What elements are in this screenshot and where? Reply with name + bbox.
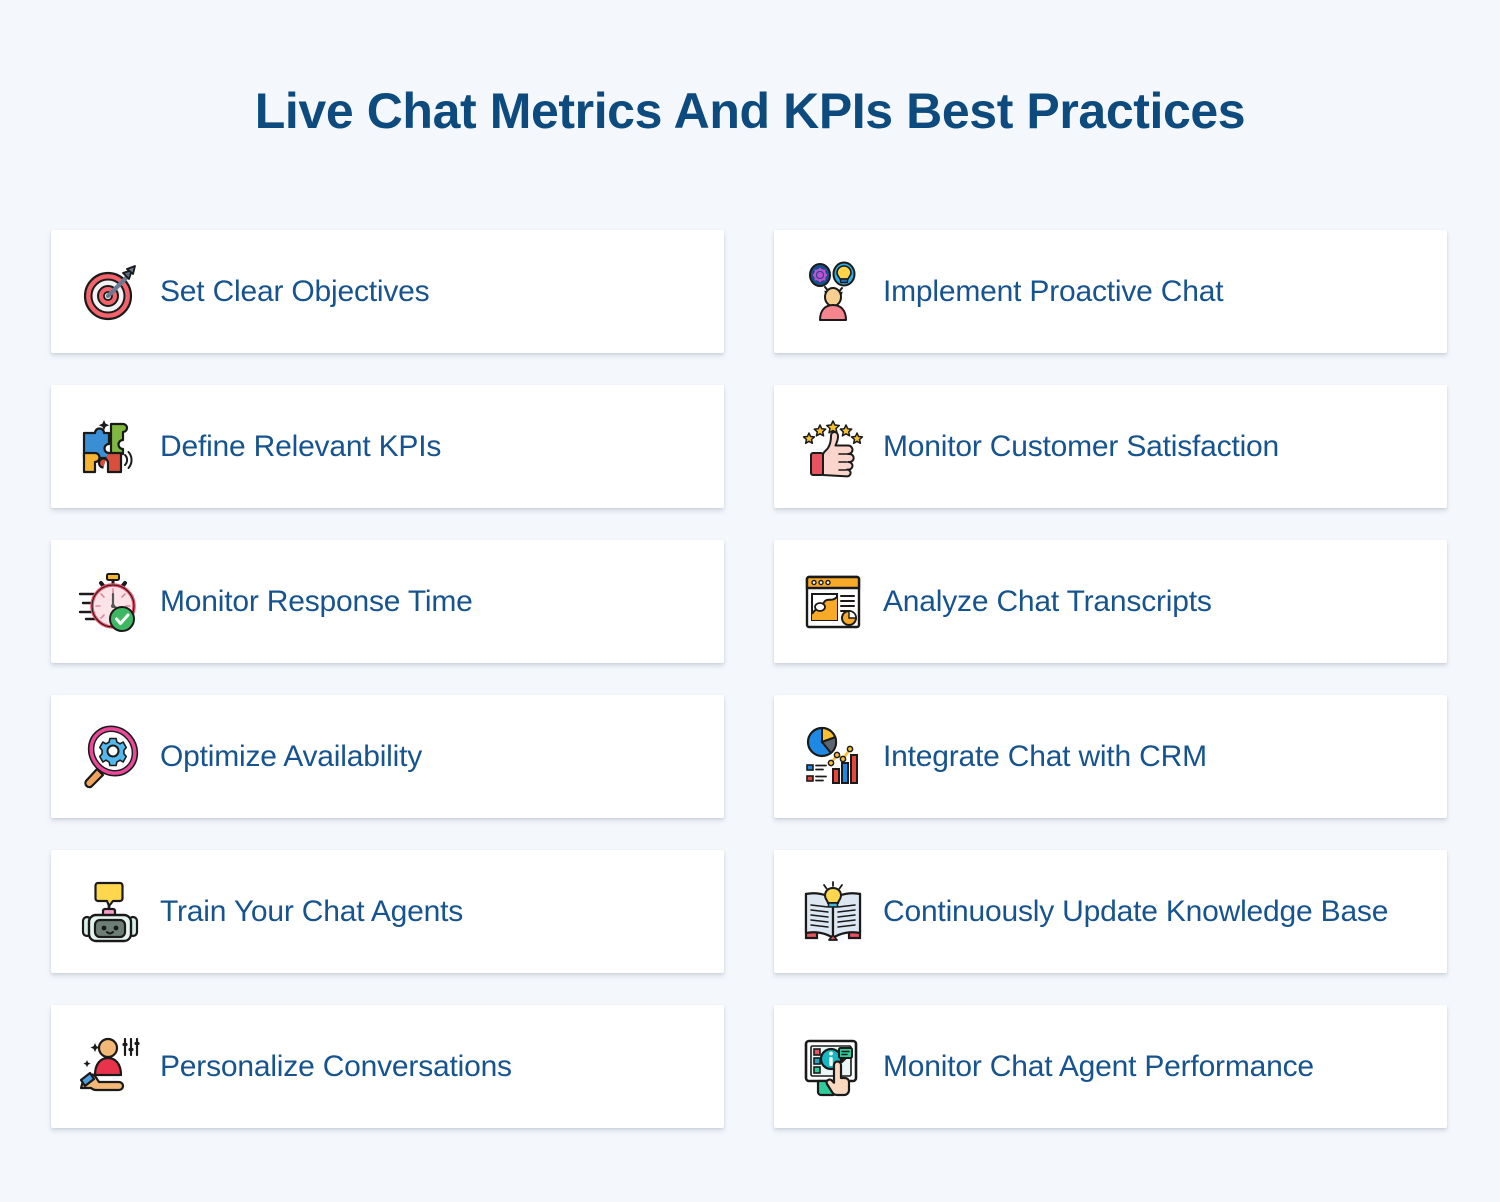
practice-label: Implement Proactive Chat bbox=[883, 274, 1224, 308]
practice-label: Monitor Chat Agent Performance bbox=[883, 1049, 1314, 1083]
practice-label: Set Clear Objectives bbox=[160, 274, 430, 308]
practice-card[interactable]: Integrate Chat with CRM bbox=[774, 695, 1447, 818]
practice-label: Monitor Response Time bbox=[160, 584, 473, 618]
practice-card[interactable]: Monitor Chat Agent Performance bbox=[774, 1005, 1447, 1128]
practice-card[interactable]: Implement Proactive Chat bbox=[774, 230, 1447, 353]
practice-label: Monitor Customer Satisfaction bbox=[883, 429, 1280, 463]
puzzle-pieces-icon bbox=[78, 415, 142, 479]
magnifier-gear-icon bbox=[78, 725, 142, 789]
thumbs-up-stars-icon bbox=[801, 415, 865, 479]
practice-card[interactable]: Personalize Conversations bbox=[51, 1005, 724, 1128]
practice-card[interactable]: Analyze Chat Transcripts bbox=[774, 540, 1447, 663]
practice-card[interactable]: Optimize Availability bbox=[51, 695, 724, 818]
page-title: Live Chat Metrics And KPIs Best Practice… bbox=[254, 83, 1246, 139]
practice-card[interactable]: Define Relevant KPIs bbox=[51, 385, 724, 508]
infographic-page: Live Chat Metrics And KPIs Best Practice… bbox=[0, 0, 1500, 1202]
practice-card[interactable]: Train Your Chat Agents bbox=[51, 850, 724, 973]
charts-dashboard-icon bbox=[801, 725, 865, 789]
chatbot-robot-icon bbox=[78, 880, 142, 944]
target-arrow-icon bbox=[78, 260, 142, 324]
practice-label: Personalize Conversations bbox=[160, 1049, 512, 1083]
practice-card[interactable]: Continuously Update Knowledge Base bbox=[774, 850, 1447, 973]
browser-analytics-icon bbox=[801, 570, 865, 634]
person-ideas-icon bbox=[801, 260, 865, 324]
monitor-hand-info-icon bbox=[801, 1035, 865, 1099]
practice-label: Optimize Availability bbox=[160, 739, 423, 773]
stopwatch-check-icon bbox=[78, 570, 142, 634]
practice-label: Define Relevant KPIs bbox=[160, 429, 442, 463]
practice-card[interactable]: Monitor Customer Satisfaction bbox=[774, 385, 1447, 508]
practice-card[interactable]: Set Clear Objectives bbox=[51, 230, 724, 353]
book-lightbulb-icon bbox=[801, 880, 865, 944]
practice-label: Train Your Chat Agents bbox=[160, 894, 464, 928]
practice-label: Analyze Chat Transcripts bbox=[883, 584, 1212, 618]
practice-label: Integrate Chat with CRM bbox=[883, 739, 1207, 773]
practices-grid: Set Clear Objectives Implement Proactive… bbox=[51, 230, 1447, 1128]
practice-label: Continuously Update Knowledge Base bbox=[883, 894, 1389, 928]
practice-card[interactable]: Monitor Response Time bbox=[51, 540, 724, 663]
hand-person-sliders-icon bbox=[78, 1035, 142, 1099]
